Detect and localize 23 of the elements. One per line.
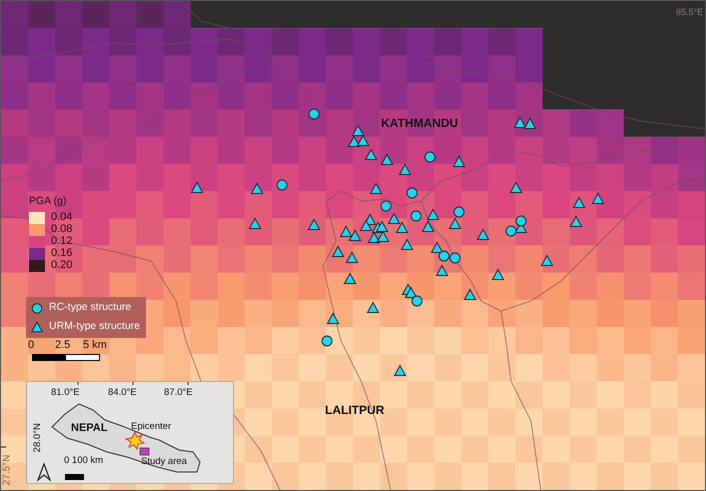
study-area-label: Study area	[141, 457, 187, 466]
place-label: LALITPUR	[325, 404, 384, 416]
legend-value: 0.08	[51, 222, 72, 236]
legend-label: URM-type structure	[49, 318, 140, 334]
country-label: NEPAL	[71, 423, 108, 434]
coordinate-label: 28.0°N	[32, 423, 42, 452]
coordinate-label: 27.5°N	[2, 454, 12, 486]
legend-value: 0.20	[51, 258, 72, 274]
scale-label: 5 km	[83, 340, 107, 351]
legend-value: 0.12	[51, 234, 72, 248]
scale-label: 2.5	[55, 340, 70, 351]
scale-label: 0	[28, 340, 34, 351]
place-label: KATHMANDU	[381, 117, 458, 129]
legend-value: 0.16	[51, 246, 72, 260]
coordinate-label: 81.0°E	[51, 388, 80, 398]
coordinate-label: 84.0°E	[108, 388, 137, 398]
legend-label: RC-type structure	[49, 300, 132, 315]
coordinate-label: 85.5°E	[676, 8, 704, 17]
epicenter-label: Epicenter	[131, 422, 172, 432]
scale-label: 0 100 km	[64, 456, 104, 466]
legend-title: PGA (g)	[29, 196, 66, 208]
coordinate-label: 87.0°E	[164, 388, 193, 398]
legend-value: 0.04	[51, 210, 72, 224]
